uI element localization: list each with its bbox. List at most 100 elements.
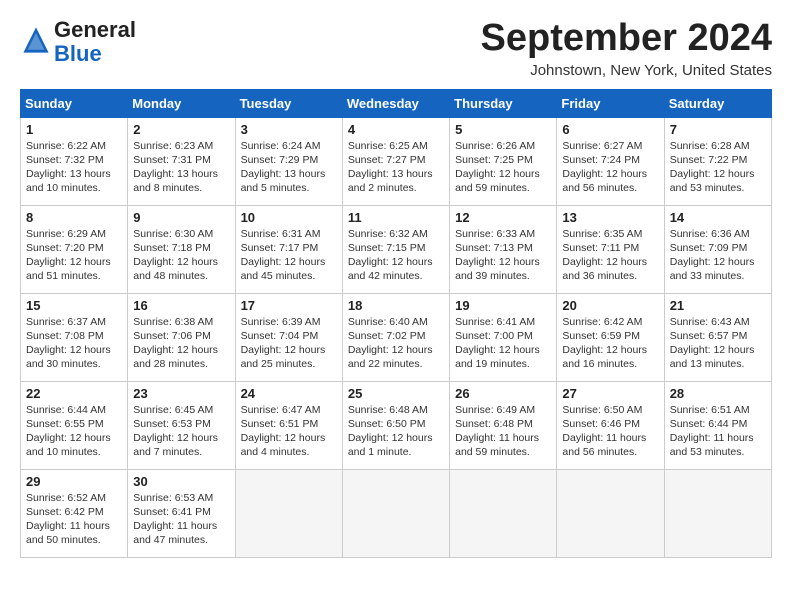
day-number: 8 [26,210,122,225]
calendar-cell: 7 Sunrise: 6:28 AM Sunset: 7:22 PM Daylig… [664,117,771,205]
calendar-table: SundayMondayTuesdayWednesdayThursdayFrid… [20,89,772,558]
day-number: 14 [670,210,766,225]
calendar-cell: 10Sunrise: 6:31 AM Sunset: 7:17 PM Dayli… [235,205,342,293]
calendar-cell: 30 Sunrise: 6:53 AM Sunset: 6:41 PM Dayli… [128,469,235,557]
calendar-cell: 20 Sunrise: 6:42 AM Sunset: 6:59 PM Dayli… [557,293,664,381]
calendar-cell: 13Sunrise: 6:35 AM Sunset: 7:11 PM Dayli… [557,205,664,293]
calendar-cell: 19Sunrise: 6:41 AM Sunset: 7:00 PM Dayli… [450,293,557,381]
logo: General Blue [20,18,136,66]
calendar-cell: 18 Sunrise: 6:40 AM Sunset: 7:02 PM Dayli… [342,293,449,381]
day-info: Sunrise: 6:26 AM Sunset: 7:25 PM Dayligh… [455,139,551,196]
day-number: 1 [26,122,122,137]
day-number: 27 [562,386,658,401]
calendar-cell: 2 Sunrise: 6:23 AM Sunset: 7:31 PM Daylig… [128,117,235,205]
day-info: Sunrise: 6:47 AM Sunset: 6:51 PM Dayligh… [241,403,337,460]
day-info: Sunrise: 6:50 AM Sunset: 6:46 PM Dayligh… [562,403,658,460]
day-info: Sunrise: 6:41 AM Sunset: 7:00 PM Dayligh… [455,315,551,372]
day-info: Sunrise: 6:29 AM Sunset: 7:20 PM Dayligh… [26,227,122,284]
day-number: 4 [348,122,444,137]
col-header-saturday: Saturday [664,89,771,117]
day-number: 17 [241,298,337,313]
calendar-cell: 11Sunrise: 6:32 AM Sunset: 7:15 PM Dayli… [342,205,449,293]
day-info: Sunrise: 6:42 AM Sunset: 6:59 PM Dayligh… [562,315,658,372]
day-number: 7 [670,122,766,137]
logo-blue: Blue [54,41,102,66]
day-info: Sunrise: 6:52 AM Sunset: 6:42 PM Dayligh… [26,491,122,548]
calendar-cell: 14 Sunrise: 6:36 AM Sunset: 7:09 PM Dayli… [664,205,771,293]
day-number: 18 [348,298,444,313]
day-number: 13 [562,210,658,225]
day-number: 22 [26,386,122,401]
calendar-cell: 24 Sunrise: 6:47 AM Sunset: 6:51 PM Dayli… [235,381,342,469]
day-number: 2 [133,122,229,137]
day-number: 15 [26,298,122,313]
logo-icon [22,26,50,54]
day-info: Sunrise: 6:33 AM Sunset: 7:13 PM Dayligh… [455,227,551,284]
location: Johnstown, New York, United States [481,62,773,79]
calendar-cell [450,469,557,557]
col-header-sunday: Sunday [21,89,128,117]
calendar-cell: 4 Sunrise: 6:25 AM Sunset: 7:27 PM Daylig… [342,117,449,205]
calendar-cell: 3 Sunrise: 6:24 AM Sunset: 7:29 PM Daylig… [235,117,342,205]
calendar-cell: 16Sunrise: 6:38 AM Sunset: 7:06 PM Dayli… [128,293,235,381]
calendar-cell: 21 Sunrise: 6:43 AM Sunset: 6:57 PM Dayli… [664,293,771,381]
day-number: 30 [133,474,229,489]
day-info: Sunrise: 6:24 AM Sunset: 7:29 PM Dayligh… [241,139,337,196]
day-info: Sunrise: 6:36 AM Sunset: 7:09 PM Dayligh… [670,227,766,284]
calendar-cell: 9Sunrise: 6:30 AM Sunset: 7:18 PM Daylig… [128,205,235,293]
day-info: Sunrise: 6:40 AM Sunset: 7:02 PM Dayligh… [348,315,444,372]
day-number: 10 [241,210,337,225]
calendar-week-4: 22 Sunrise: 6:44 AM Sunset: 6:55 PM Dayli… [21,381,772,469]
logo-general: General [54,17,136,42]
day-info: Sunrise: 6:48 AM Sunset: 6:50 PM Dayligh… [348,403,444,460]
day-number: 24 [241,386,337,401]
day-info: Sunrise: 6:39 AM Sunset: 7:04 PM Dayligh… [241,315,337,372]
day-number: 6 [562,122,658,137]
day-info: Sunrise: 6:32 AM Sunset: 7:15 PM Dayligh… [348,227,444,284]
day-info: Sunrise: 6:53 AM Sunset: 6:41 PM Dayligh… [133,491,229,548]
calendar-cell: 12 Sunrise: 6:33 AM Sunset: 7:13 PM Dayli… [450,205,557,293]
day-info: Sunrise: 6:30 AM Sunset: 7:18 PM Dayligh… [133,227,229,284]
calendar-cell [557,469,664,557]
page-header: General Blue September 2024 Johnstown, N… [20,18,772,79]
calendar-week-3: 15 Sunrise: 6:37 AM Sunset: 7:08 PM Dayli… [21,293,772,381]
day-number: 29 [26,474,122,489]
calendar-cell: 5 Sunrise: 6:26 AM Sunset: 7:25 PM Daylig… [450,117,557,205]
day-info: Sunrise: 6:37 AM Sunset: 7:08 PM Dayligh… [26,315,122,372]
calendar-cell: 27 Sunrise: 6:50 AM Sunset: 6:46 PM Dayli… [557,381,664,469]
calendar-cell: 29 Sunrise: 6:52 AM Sunset: 6:42 PM Dayli… [21,469,128,557]
calendar-cell [664,469,771,557]
calendar-cell [235,469,342,557]
calendar-week-2: 8 Sunrise: 6:29 AM Sunset: 7:20 PM Daylig… [21,205,772,293]
calendar-cell: 23Sunrise: 6:45 AM Sunset: 6:53 PM Dayli… [128,381,235,469]
calendar-cell: 8 Sunrise: 6:29 AM Sunset: 7:20 PM Daylig… [21,205,128,293]
calendar-week-1: 1 Sunrise: 6:22 AM Sunset: 7:32 PM Daylig… [21,117,772,205]
col-header-thursday: Thursday [450,89,557,117]
day-info: Sunrise: 6:43 AM Sunset: 6:57 PM Dayligh… [670,315,766,372]
calendar-cell: 1 Sunrise: 6:22 AM Sunset: 7:32 PM Daylig… [21,117,128,205]
day-info: Sunrise: 6:28 AM Sunset: 7:22 PM Dayligh… [670,139,766,196]
calendar-cell: 22 Sunrise: 6:44 AM Sunset: 6:55 PM Dayli… [21,381,128,469]
col-header-wednesday: Wednesday [342,89,449,117]
col-header-monday: Monday [128,89,235,117]
day-number: 5 [455,122,551,137]
day-number: 26 [455,386,551,401]
calendar-header-row: SundayMondayTuesdayWednesdayThursdayFrid… [21,89,772,117]
col-header-friday: Friday [557,89,664,117]
day-info: Sunrise: 6:23 AM Sunset: 7:31 PM Dayligh… [133,139,229,196]
day-number: 20 [562,298,658,313]
calendar-cell: 15 Sunrise: 6:37 AM Sunset: 7:08 PM Dayli… [21,293,128,381]
calendar-week-5: 29 Sunrise: 6:52 AM Sunset: 6:42 PM Dayli… [21,469,772,557]
day-number: 12 [455,210,551,225]
day-number: 28 [670,386,766,401]
day-info: Sunrise: 6:22 AM Sunset: 7:32 PM Dayligh… [26,139,122,196]
calendar-cell: 28Sunrise: 6:51 AM Sunset: 6:44 PM Dayli… [664,381,771,469]
calendar-cell: 6Sunrise: 6:27 AM Sunset: 7:24 PM Daylig… [557,117,664,205]
day-number: 21 [670,298,766,313]
month-title: September 2024 [481,18,773,60]
day-info: Sunrise: 6:44 AM Sunset: 6:55 PM Dayligh… [26,403,122,460]
day-info: Sunrise: 6:38 AM Sunset: 7:06 PM Dayligh… [133,315,229,372]
day-number: 3 [241,122,337,137]
day-info: Sunrise: 6:25 AM Sunset: 7:27 PM Dayligh… [348,139,444,196]
title-block: September 2024 Johnstown, New York, Unit… [481,18,773,79]
